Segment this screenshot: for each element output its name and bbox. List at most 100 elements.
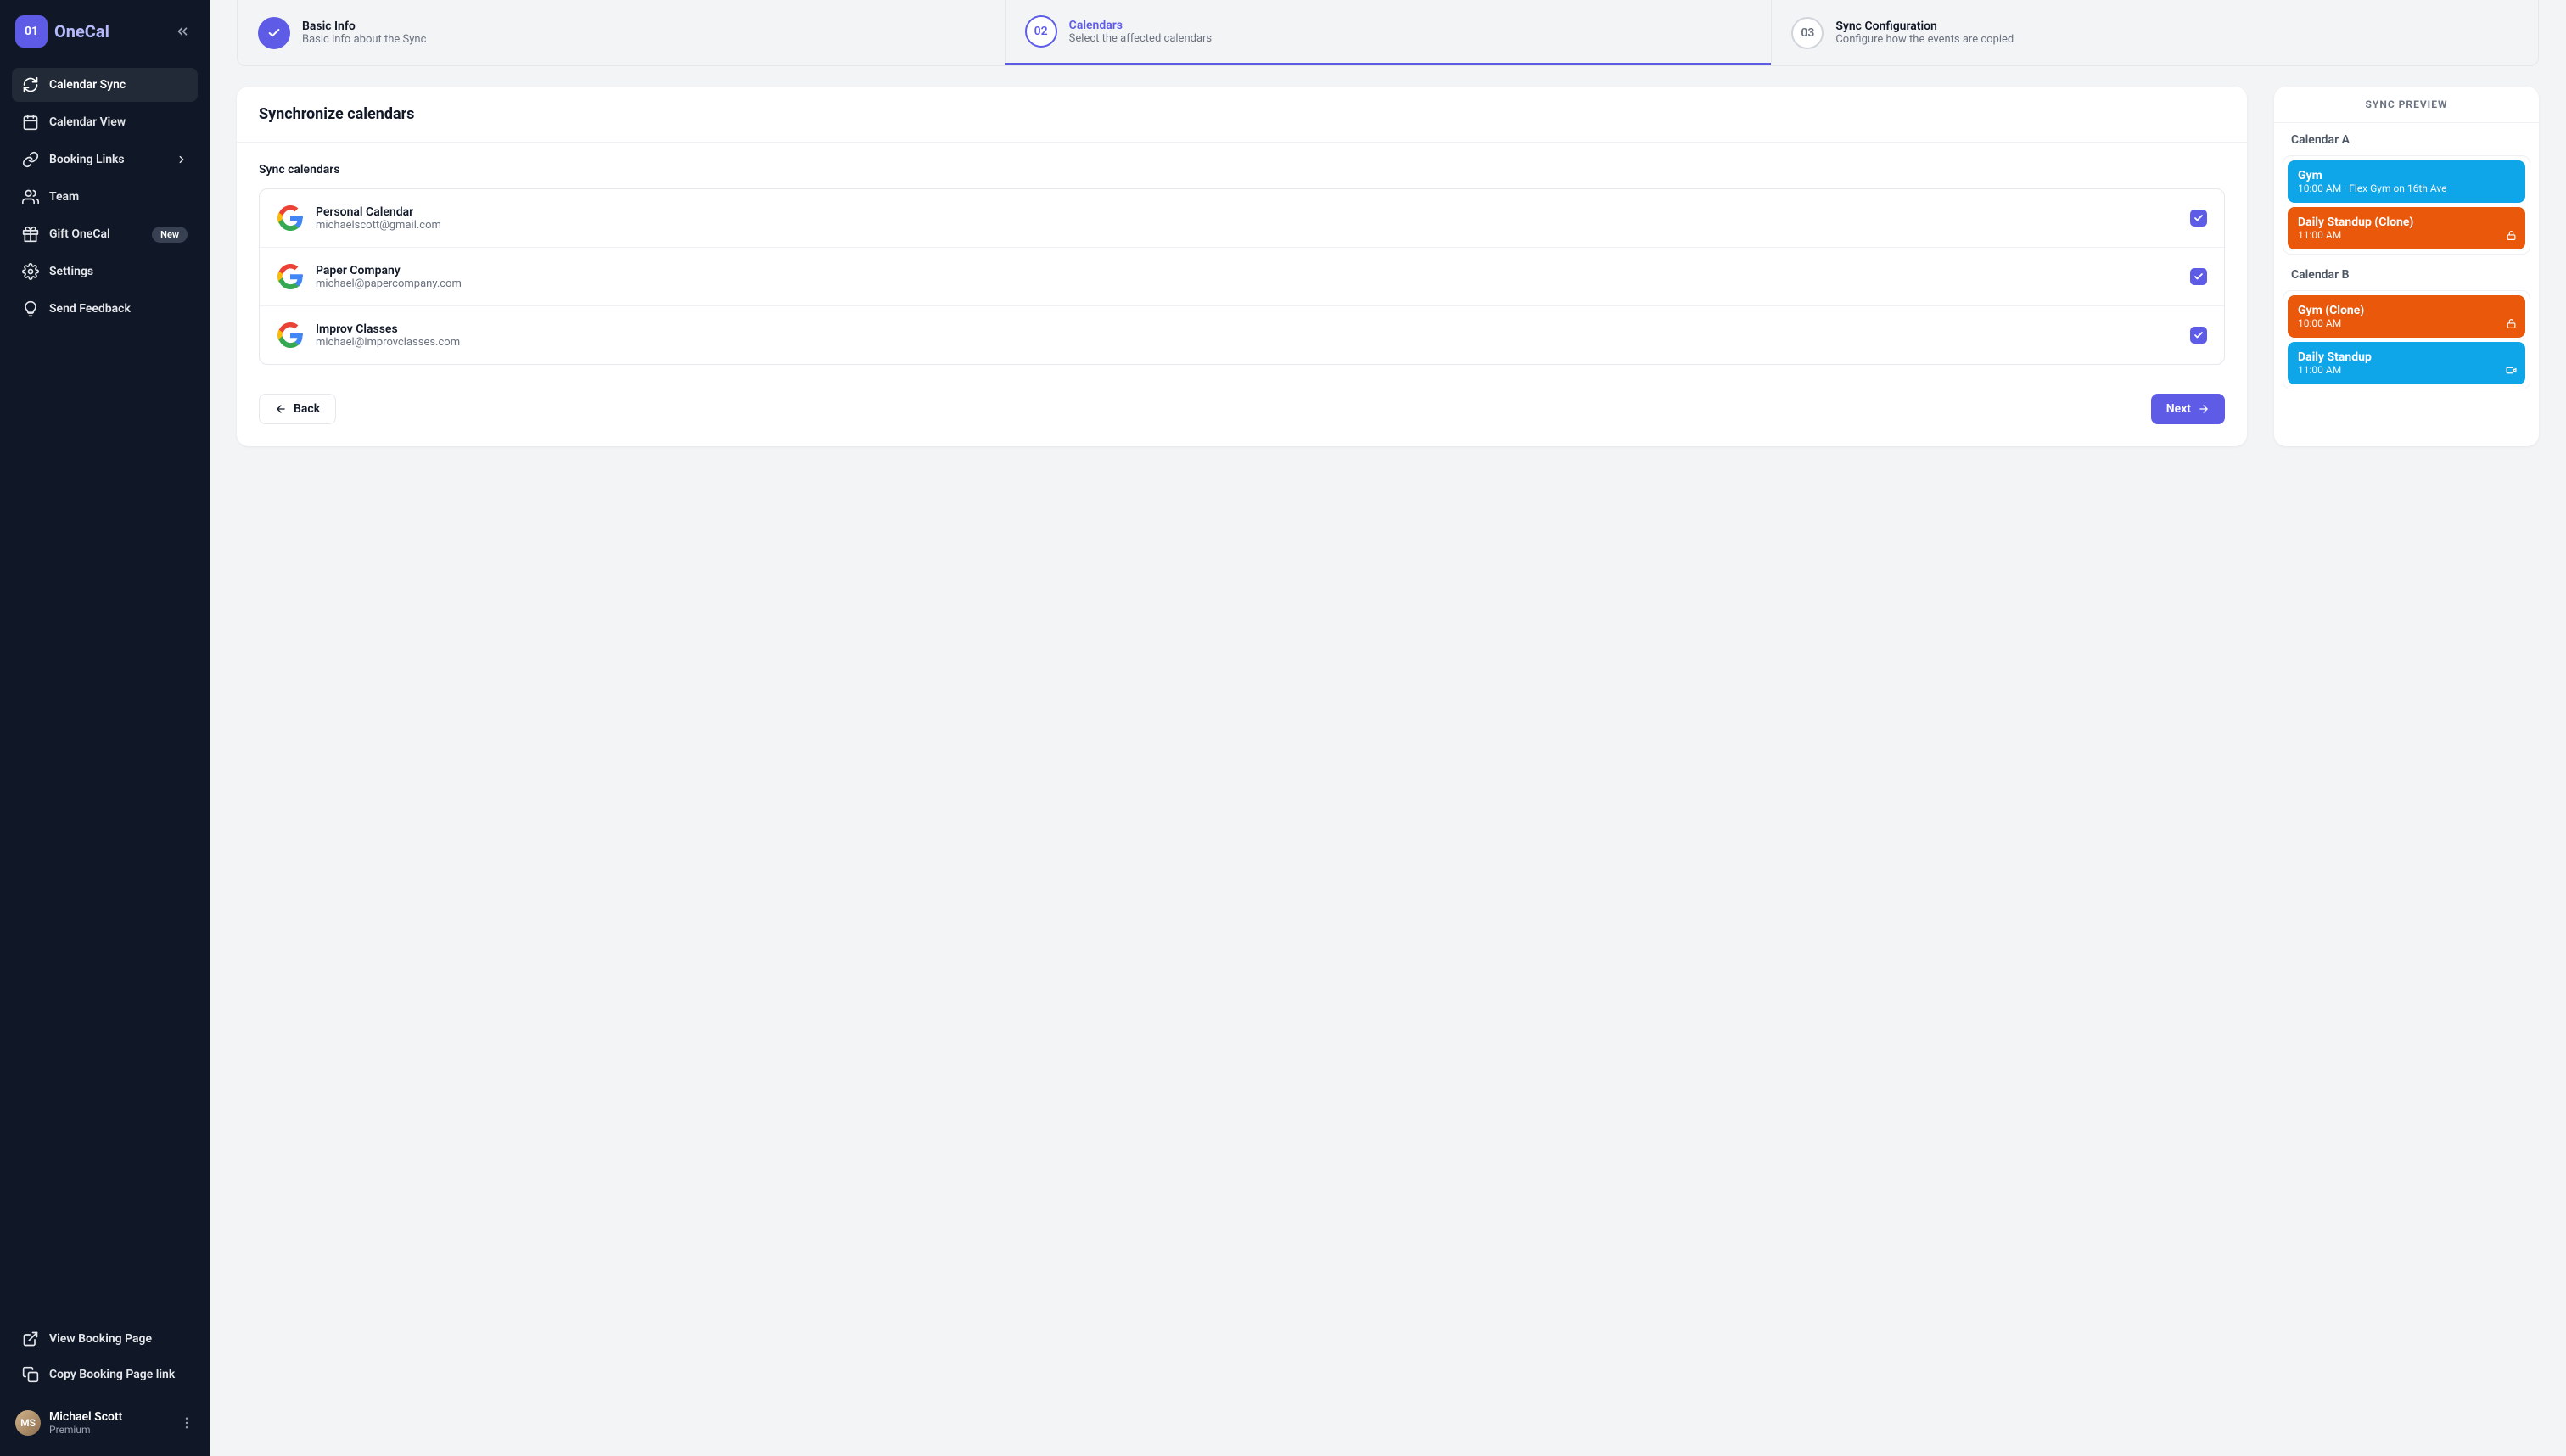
user-name: Michael Scott xyxy=(49,1410,122,1424)
calendar-name: Improv Classes xyxy=(316,322,460,336)
sidebar-item-calendar-view[interactable]: Calendar View xyxy=(12,105,198,139)
copy-icon xyxy=(22,1366,39,1383)
sidebar-item-gift[interactable]: Gift OneCal New xyxy=(12,217,198,251)
sidebar-item-label: Team xyxy=(49,190,79,204)
sync-calendars-card: Synchronize calendars Sync calendars Per… xyxy=(237,87,2247,446)
event-title: Gym xyxy=(2298,169,2515,182)
step-title: Sync Configuration xyxy=(1835,20,2014,33)
gift-icon xyxy=(22,226,39,243)
step-check-icon xyxy=(258,17,290,49)
badge-new: New xyxy=(152,227,188,243)
chevron-right-icon xyxy=(176,154,188,165)
google-icon xyxy=(277,322,304,349)
sidebar-item-copy-booking-link[interactable]: Copy Booking Page link xyxy=(12,1358,198,1392)
checkbox-checked[interactable] xyxy=(2190,210,2207,227)
lock-icon xyxy=(2506,230,2517,241)
next-label: Next xyxy=(2166,402,2191,416)
link-icon xyxy=(22,151,39,168)
event-title: Daily Standup (Clone) xyxy=(2298,216,2515,229)
chevron-left-double-icon xyxy=(175,24,190,39)
arrow-right-icon xyxy=(2198,403,2210,415)
step-subtitle: Select the affected calendars xyxy=(1069,32,1212,45)
sidebar-collapse-button[interactable] xyxy=(169,18,196,45)
preview-event: Gym 10:00 AM · Flex Gym on 16th Ave xyxy=(2288,160,2525,203)
sidebar-item-label: Booking Links xyxy=(49,153,125,166)
sidebar-item-team[interactable]: Team xyxy=(12,180,198,214)
checkbox-checked[interactable] xyxy=(2190,268,2207,285)
stepper: Basic Info Basic info about the Sync 02 … xyxy=(237,0,2539,66)
sidebar-item-view-booking-page[interactable]: View Booking Page xyxy=(12,1322,198,1356)
user-menu-button[interactable] xyxy=(179,1415,194,1431)
content: Synchronize calendars Sync calendars Per… xyxy=(210,66,2566,467)
calendar-a-events: Gym 10:00 AM · Flex Gym on 16th Ave Dail… xyxy=(2283,155,2530,255)
back-button[interactable]: Back xyxy=(259,394,336,424)
calendar-icon xyxy=(22,114,39,131)
calendar-email: michael@improvclasses.com xyxy=(316,336,460,349)
sidebar-item-label: Calendar Sync xyxy=(49,78,126,92)
sidebar-item-label: View Booking Page xyxy=(49,1332,152,1346)
preview-event: Daily Standup 11:00 AM xyxy=(2288,342,2525,384)
sidebar-item-booking-links[interactable]: Booking Links xyxy=(12,143,198,176)
preview-event: Gym (Clone) 10:00 AM xyxy=(2288,295,2525,338)
calendar-list: Personal Calendar michaelscott@gmail.com… xyxy=(259,188,2225,365)
card-header: Synchronize calendars xyxy=(237,87,2247,143)
sidebar-item-label: Gift OneCal xyxy=(49,227,110,241)
back-label: Back xyxy=(294,402,320,416)
external-link-icon xyxy=(22,1330,39,1347)
calendar-row[interactable]: Personal Calendar michaelscott@gmail.com xyxy=(260,189,2224,248)
logo-mark: 01 xyxy=(15,15,48,48)
main: Basic Info Basic info about the Sync 02 … xyxy=(210,0,2566,1456)
calendar-name: Paper Company xyxy=(316,264,462,277)
next-button[interactable]: Next xyxy=(2151,394,2225,424)
calendar-email: michael@papercompany.com xyxy=(316,277,462,290)
preview-event: Daily Standup (Clone) 11:00 AM xyxy=(2288,207,2525,249)
event-sub: 10:00 AM · Flex Gym on 16th Ave xyxy=(2298,182,2515,194)
step-sync-config[interactable]: 03 Sync Configuration Configure how the … xyxy=(1771,0,2538,65)
event-title: Daily Standup xyxy=(2298,350,2515,364)
calendar-name: Personal Calendar xyxy=(316,205,441,219)
sidebar-item-settings[interactable]: Settings xyxy=(12,255,198,288)
sidebar-item-label: Copy Booking Page link xyxy=(49,1368,175,1381)
event-sub: 11:00 AM xyxy=(2298,229,2515,241)
calendar-email: michaelscott@gmail.com xyxy=(316,219,441,232)
calendar-b-label: Calendar B xyxy=(2274,258,2539,290)
calendar-row[interactable]: Paper Company michael@papercompany.com xyxy=(260,248,2224,306)
section-label: Sync calendars xyxy=(259,163,2225,176)
step-number: 02 xyxy=(1025,15,1057,48)
sidebar-item-label: Settings xyxy=(49,265,93,278)
event-sub: 11:00 AM xyxy=(2298,364,2515,376)
step-title: Calendars xyxy=(1069,19,1212,32)
logo-text: OneCal xyxy=(54,21,109,42)
lock-icon xyxy=(2506,318,2517,329)
sync-icon xyxy=(22,76,39,93)
sidebar-item-label: Calendar View xyxy=(49,115,126,129)
step-number: 03 xyxy=(1791,17,1824,49)
sidebar-item-feedback[interactable]: Send Feedback xyxy=(12,292,198,326)
calendar-b-events: Gym (Clone) 10:00 AM Daily Standup 11:00… xyxy=(2283,290,2530,389)
user-profile[interactable]: MS Michael Scott Premium xyxy=(7,1400,203,1446)
sidebar-item-calendar-sync[interactable]: Calendar Sync xyxy=(12,68,198,102)
step-calendars[interactable]: 02 Calendars Select the affected calenda… xyxy=(1005,0,1772,65)
checkbox-checked[interactable] xyxy=(2190,327,2207,344)
preview-header: SYNC PREVIEW xyxy=(2274,87,2539,123)
gear-icon xyxy=(22,263,39,280)
calendar-row[interactable]: Improv Classes michael@improvclasses.com xyxy=(260,306,2224,364)
sync-preview-card: SYNC PREVIEW Calendar A Gym 10:00 AM · F… xyxy=(2274,87,2539,446)
sidebar: 01 OneCal Calendar Sync Calendar View Bo… xyxy=(0,0,210,1456)
logo[interactable]: 01 OneCal xyxy=(15,15,109,48)
avatar: MS xyxy=(15,1410,41,1436)
event-sub: 10:00 AM xyxy=(2298,317,2515,329)
video-icon xyxy=(2506,365,2517,376)
sidebar-bottom: View Booking Page Copy Booking Page link xyxy=(0,1315,210,1392)
nav: Calendar Sync Calendar View Booking Link… xyxy=(0,61,210,333)
google-icon xyxy=(277,204,304,232)
calendar-a-label: Calendar A xyxy=(2274,123,2539,155)
team-icon xyxy=(22,188,39,205)
lightbulb-icon xyxy=(22,300,39,317)
user-plan: Premium xyxy=(49,1424,122,1436)
step-subtitle: Configure how the events are copied xyxy=(1835,33,2014,46)
sidebar-item-label: Send Feedback xyxy=(49,302,131,316)
step-basic-info[interactable]: Basic Info Basic info about the Sync xyxy=(238,0,1005,65)
event-title: Gym (Clone) xyxy=(2298,304,2515,317)
more-vertical-icon xyxy=(179,1415,194,1431)
